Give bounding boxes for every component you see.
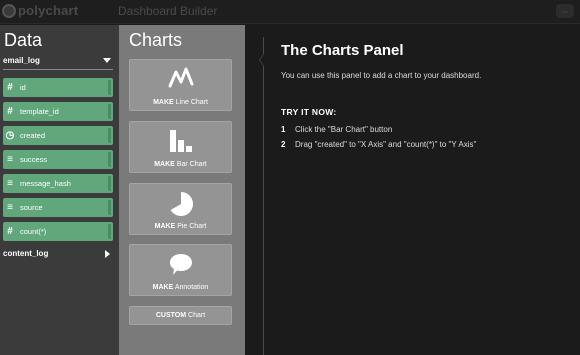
drag-handle[interactable] bbox=[108, 104, 111, 119]
table-name: email_log bbox=[3, 56, 40, 65]
app-title: Dashboard Builder bbox=[118, 4, 218, 18]
field-label: source bbox=[20, 203, 43, 212]
field-count[interactable]: # count(*) bbox=[3, 222, 113, 241]
button-prefix: MAKE bbox=[154, 161, 175, 168]
field-label: success bbox=[20, 155, 48, 164]
button-prefix: CUSTOM bbox=[155, 312, 187, 319]
field-list: # id # template_id ◷ created ≡ success ≡… bbox=[3, 78, 113, 246]
data-panel-heading: Data bbox=[4, 30, 43, 50]
chevron-right-icon bbox=[105, 250, 110, 258]
help-title: The Charts Panel bbox=[281, 42, 404, 59]
button-prefix: MAKE bbox=[153, 99, 174, 106]
button-label: Annotation bbox=[174, 284, 209, 291]
speech-bubble-icon bbox=[169, 254, 192, 275]
charts-panel: Charts MAKE Line Chart MAKE Bar Chart MA… bbox=[119, 25, 245, 355]
step-number: 1 bbox=[281, 125, 286, 134]
make-pie-chart-button[interactable]: MAKE Pie Chart bbox=[129, 183, 232, 235]
polychart-logo-icon bbox=[2, 3, 16, 18]
number-icon: # bbox=[7, 106, 13, 117]
chevron-down-icon bbox=[103, 58, 111, 63]
drag-handle[interactable] bbox=[108, 80, 111, 95]
field-label: message_hash bbox=[20, 179, 71, 188]
category-icon: ≡ bbox=[7, 178, 13, 189]
button-prefix: MAKE bbox=[154, 223, 176, 230]
divider bbox=[263, 37, 264, 355]
data-panel: Data email_log # id # template_id ◷ crea… bbox=[0, 25, 119, 355]
make-bar-chart-button[interactable]: MAKE Bar Chart bbox=[129, 121, 232, 173]
button-label: Chart bbox=[188, 312, 206, 319]
field-label: template_id bbox=[20, 107, 59, 116]
field-source[interactable]: ≡ source bbox=[3, 198, 113, 217]
make-annotation-button[interactable]: MAKE Annotation bbox=[129, 244, 232, 296]
line-chart-icon bbox=[168, 67, 193, 88]
app-logo[interactable]: polychart bbox=[2, 3, 78, 18]
drag-handle[interactable] bbox=[108, 152, 111, 167]
arrows-icon[interactable]: ⇔ bbox=[556, 4, 574, 18]
try-it-now-heading: TRY IT NOW: bbox=[281, 107, 337, 117]
logo-text: polychart bbox=[18, 3, 79, 18]
table-name: content_log bbox=[3, 249, 49, 258]
clock-icon: ◷ bbox=[5, 130, 15, 141]
button-label: Line Chart bbox=[175, 99, 208, 106]
number-icon: # bbox=[7, 82, 13, 93]
drag-handle[interactable] bbox=[108, 200, 111, 215]
bar-chart-icon bbox=[169, 130, 192, 152]
help-panel: The Charts Panel You can use this panel … bbox=[245, 25, 580, 355]
step-2: 2 Drag "created" to "X Axis" and "count(*… bbox=[281, 140, 476, 149]
field-message-hash[interactable]: ≡ message_hash bbox=[3, 174, 113, 193]
field-success[interactable]: ≡ success bbox=[3, 150, 113, 169]
step-1: 1 Click the "Bar Chart" button bbox=[281, 125, 392, 134]
field-label: id bbox=[20, 83, 26, 92]
field-template-id[interactable]: # template_id bbox=[3, 102, 113, 121]
step-text: Drag "created" to "X Axis" and "count(*)… bbox=[295, 140, 477, 149]
table-content-log[interactable]: content_log bbox=[3, 249, 113, 262]
number-icon: # bbox=[7, 226, 13, 237]
button-label: Bar Chart bbox=[176, 161, 207, 168]
drag-handle[interactable] bbox=[108, 128, 111, 143]
field-id[interactable]: # id bbox=[3, 78, 113, 97]
category-icon: ≡ bbox=[7, 154, 13, 165]
table-email-log[interactable]: email_log bbox=[3, 56, 113, 70]
drag-handle[interactable] bbox=[108, 224, 111, 239]
custom-chart-button[interactable]: CUSTOM Chart bbox=[129, 306, 232, 325]
drag-handle[interactable] bbox=[108, 176, 111, 191]
pie-chart-icon bbox=[170, 192, 193, 216]
button-prefix: MAKE bbox=[152, 284, 174, 291]
make-line-chart-button[interactable]: MAKE Line Chart bbox=[129, 59, 232, 111]
help-description: You can use this panel to add a chart to… bbox=[281, 71, 482, 80]
step-number: 2 bbox=[281, 140, 286, 149]
field-label: count(*) bbox=[20, 227, 47, 236]
step-text: Click the "Bar Chart" button bbox=[295, 125, 393, 134]
charts-panel-heading: Charts bbox=[129, 30, 183, 50]
button-label: Pie Chart bbox=[177, 223, 207, 230]
field-label: created bbox=[20, 131, 46, 140]
top-bar: polychart Dashboard Builder ⇔ bbox=[0, 0, 580, 24]
category-icon: ≡ bbox=[7, 202, 13, 213]
field-created[interactable]: ◷ created bbox=[3, 126, 113, 145]
